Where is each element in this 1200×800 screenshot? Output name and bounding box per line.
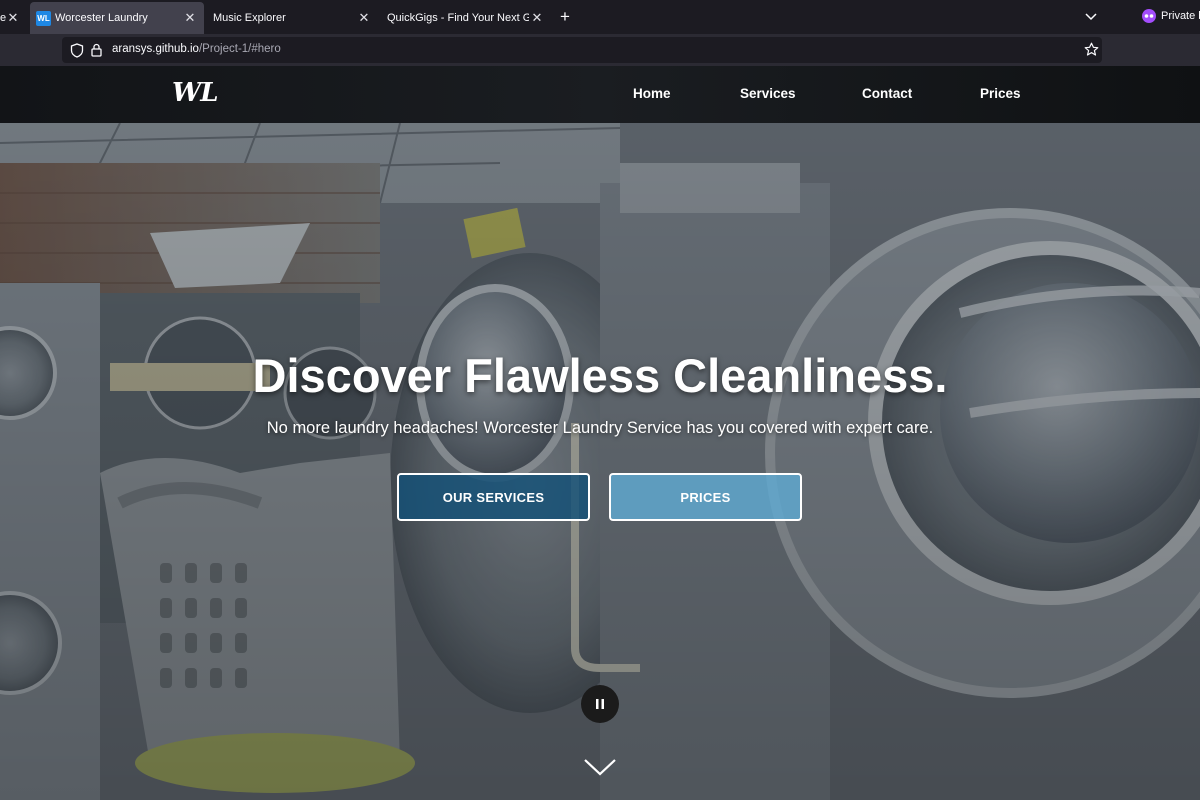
tab-worcester-laundry[interactable]: WL Worcester Laundry ✕ <box>30 2 204 34</box>
pause-video-button[interactable] <box>581 685 619 723</box>
private-label: Private br <box>1161 10 1200 22</box>
lock-icon[interactable] <box>90 43 103 62</box>
url-text[interactable]: aransys.github.io/Project-1/#hero <box>112 43 281 55</box>
url-host: aransys.github.io <box>112 43 199 55</box>
private-mask-icon <box>1142 9 1156 23</box>
browser-tab-bar: ev ✕ WL Worcester Laundry ✕ Music Explor… <box>0 0 1200 34</box>
close-icon[interactable]: ✕ <box>182 10 198 26</box>
chevron-down-icon[interactable] <box>583 757 617 782</box>
close-icon[interactable]: ✕ <box>356 10 372 26</box>
tab-partial[interactable]: ev ✕ <box>0 2 26 34</box>
nav-link-services[interactable]: Services <box>740 86 796 101</box>
shield-icon[interactable] <box>70 43 84 63</box>
url-path: /Project-1/#hero <box>198 43 281 55</box>
favicon-icon: WL <box>36 10 51 26</box>
browser-toolbar: aransys.github.io/Project-1/#hero <box>0 34 1200 66</box>
url-bar[interactable]: aransys.github.io/Project-1/#hero <box>62 37 1102 63</box>
site-navbar: WL Home Services Contact Prices <box>0 66 1200 123</box>
close-icon[interactable]: ✕ <box>529 10 545 26</box>
hero-title: Discover Flawless Cleanliness. <box>252 349 948 402</box>
close-icon[interactable]: ✕ <box>6 10 20 26</box>
nav-link-home[interactable]: Home <box>633 86 671 101</box>
pause-icon <box>596 699 604 709</box>
our-services-button[interactable]: OUR SERVICES <box>397 473 590 521</box>
private-browsing-indicator: Private br <box>1142 9 1200 23</box>
chevron-down-icon[interactable] <box>1083 8 1099 24</box>
bookmark-star-icon[interactable] <box>1084 42 1099 62</box>
prices-button[interactable]: PRICES <box>609 473 802 521</box>
new-tab-button[interactable]: + <box>560 8 570 25</box>
hero-subtitle: No more laundry headaches! Worcester Lau… <box>266 419 934 437</box>
nav-link-prices[interactable]: Prices <box>980 86 1021 101</box>
tab-label: QuickGigs - Find Your Next Gig <box>387 12 529 24</box>
web-page: WL Home Services Contact Prices Discover… <box>0 66 1200 800</box>
hero-section: Discover Flawless Cleanliness. No more l… <box>0 123 1200 800</box>
tab-label: Music Explorer <box>213 12 286 24</box>
site-logo[interactable]: WL <box>172 78 218 108</box>
tab-label: Worcester Laundry <box>55 12 148 24</box>
tab-quickgigs[interactable]: QuickGigs - Find Your Next Gig ✕ <box>381 2 551 34</box>
tab-music-explorer[interactable]: Music Explorer ✕ <box>206 2 378 34</box>
nav-link-contact[interactable]: Contact <box>862 86 912 101</box>
